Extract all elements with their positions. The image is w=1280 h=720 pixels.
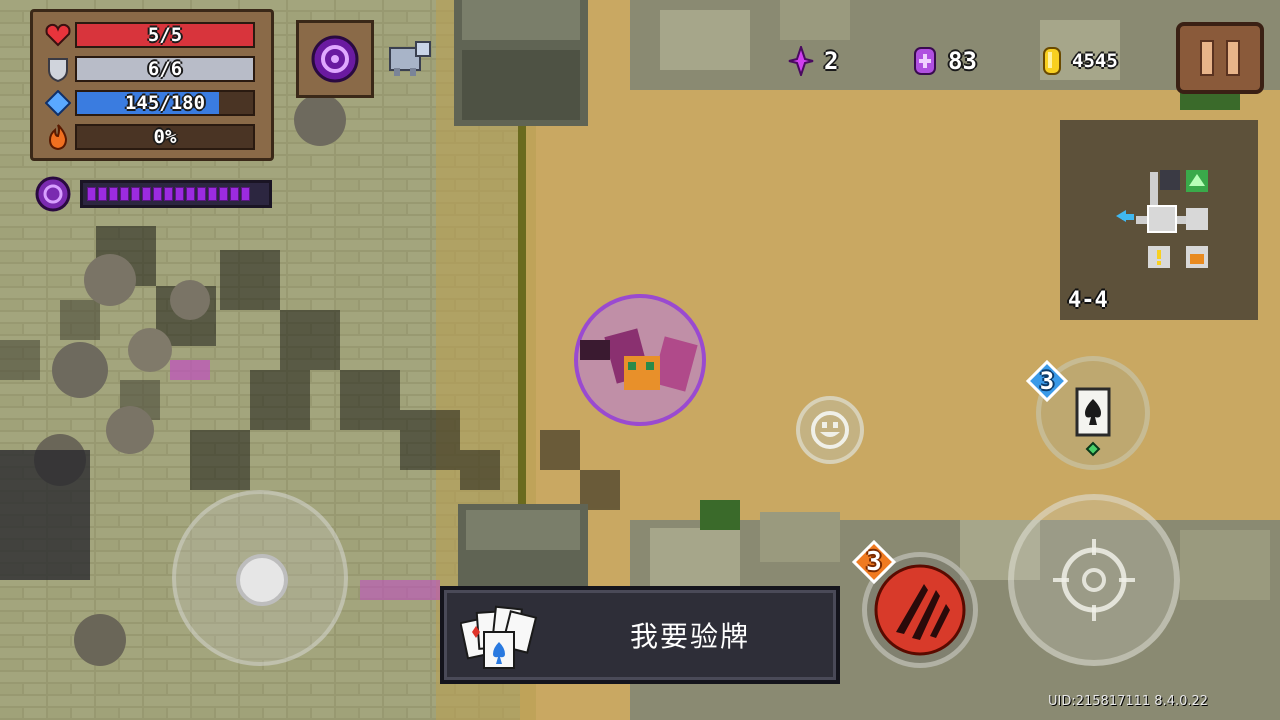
material-count: 83: [948, 47, 977, 75]
skill-charge-segment: [197, 187, 206, 201]
skill-charge-count-text: 3: [866, 547, 882, 577]
skill-portrait-icon: [35, 176, 71, 212]
movement-joystick[interactable]: [172, 490, 348, 666]
skill-charge-segment: [87, 187, 96, 201]
pause-icon: [1226, 40, 1240, 76]
armor-bar: 6/6: [75, 56, 255, 82]
buff-slot[interactable]: [296, 20, 374, 98]
weapon-swap-count: 3: [1026, 360, 1068, 402]
crit-row: 0%: [41, 120, 263, 154]
skill-charge-segment: [208, 187, 217, 201]
skill-charge-segment: [164, 187, 173, 201]
gold-count: 4545: [1072, 50, 1118, 72]
gem-count: 2: [824, 47, 839, 75]
health-bar: 5/5: [75, 22, 255, 48]
emote-button[interactable]: [796, 396, 864, 464]
shield-icon: [41, 54, 75, 84]
playing-cards-icon: [460, 605, 538, 669]
health-row: 5/5: [41, 18, 263, 52]
skill-charge-segment: [98, 187, 107, 201]
player-stats-panel: 5/5 6/6 145/180 0%: [30, 9, 274, 161]
skill-charge-count: 3: [852, 540, 896, 584]
gem-counter: 2: [762, 46, 882, 76]
pet-icon: [386, 38, 434, 82]
skill-charge-segment: [142, 187, 151, 201]
skill-charge-segment: [153, 187, 162, 201]
player-character: [574, 294, 706, 426]
level-label: 4-4: [1068, 288, 1108, 313]
armor-value: 6/6: [147, 58, 183, 80]
energy-row: 145/180: [41, 86, 263, 120]
game-scene: 5/5 6/6 145/180 0% 2 83 4545 4-4 3 3 我要验…: [0, 0, 1280, 720]
energy-bar: 145/180: [75, 90, 255, 116]
crosshair-icon: [1053, 539, 1135, 621]
attack-button[interactable]: [1008, 494, 1180, 666]
weapon-name: 我要验牌: [629, 620, 750, 653]
joystick-knob[interactable]: [236, 554, 288, 606]
energy-crystal-icon: [41, 88, 75, 118]
uid-version-label: UID:215817111 8.4.0.22: [1048, 694, 1209, 709]
flame-icon: [41, 122, 75, 152]
skill-charge-segment: [131, 187, 140, 201]
skill-portrait-icon: [311, 35, 359, 83]
skill-charge-segment: [175, 187, 184, 201]
gem-icon: [788, 46, 814, 76]
material-counter: 83: [882, 46, 1012, 76]
smiley-icon: [811, 411, 849, 449]
crit-bar: 0%: [75, 124, 255, 150]
heart-icon: [41, 20, 75, 50]
material-coin-icon: [914, 47, 936, 75]
skill-charge-segment: [120, 187, 129, 201]
pause-button[interactable]: [1176, 22, 1264, 94]
weapon-swap-count-text: 3: [1039, 367, 1055, 395]
currency-bar: 2 83 4545: [762, 30, 1162, 92]
armor-row: 6/6: [41, 52, 263, 86]
skill-charge-segment: [109, 187, 118, 201]
skill-charge-segment: [241, 187, 250, 201]
pause-icon: [1200, 40, 1214, 76]
gold-coin-icon: [1043, 47, 1061, 75]
gold-counter: 4545: [1012, 46, 1162, 76]
health-value: 5/5: [147, 24, 183, 46]
skill-charge-segment: [219, 187, 228, 201]
energy-value: 145/180: [124, 92, 206, 114]
weapon-pickup-popup[interactable]: 我要验牌: [440, 586, 840, 684]
skill-charge-row: [32, 172, 272, 216]
crit-value: 0%: [153, 126, 177, 148]
skill-charge-bar: [80, 180, 272, 208]
skill-charge-segment: [186, 187, 195, 201]
skill-charge-segment: [230, 187, 239, 201]
